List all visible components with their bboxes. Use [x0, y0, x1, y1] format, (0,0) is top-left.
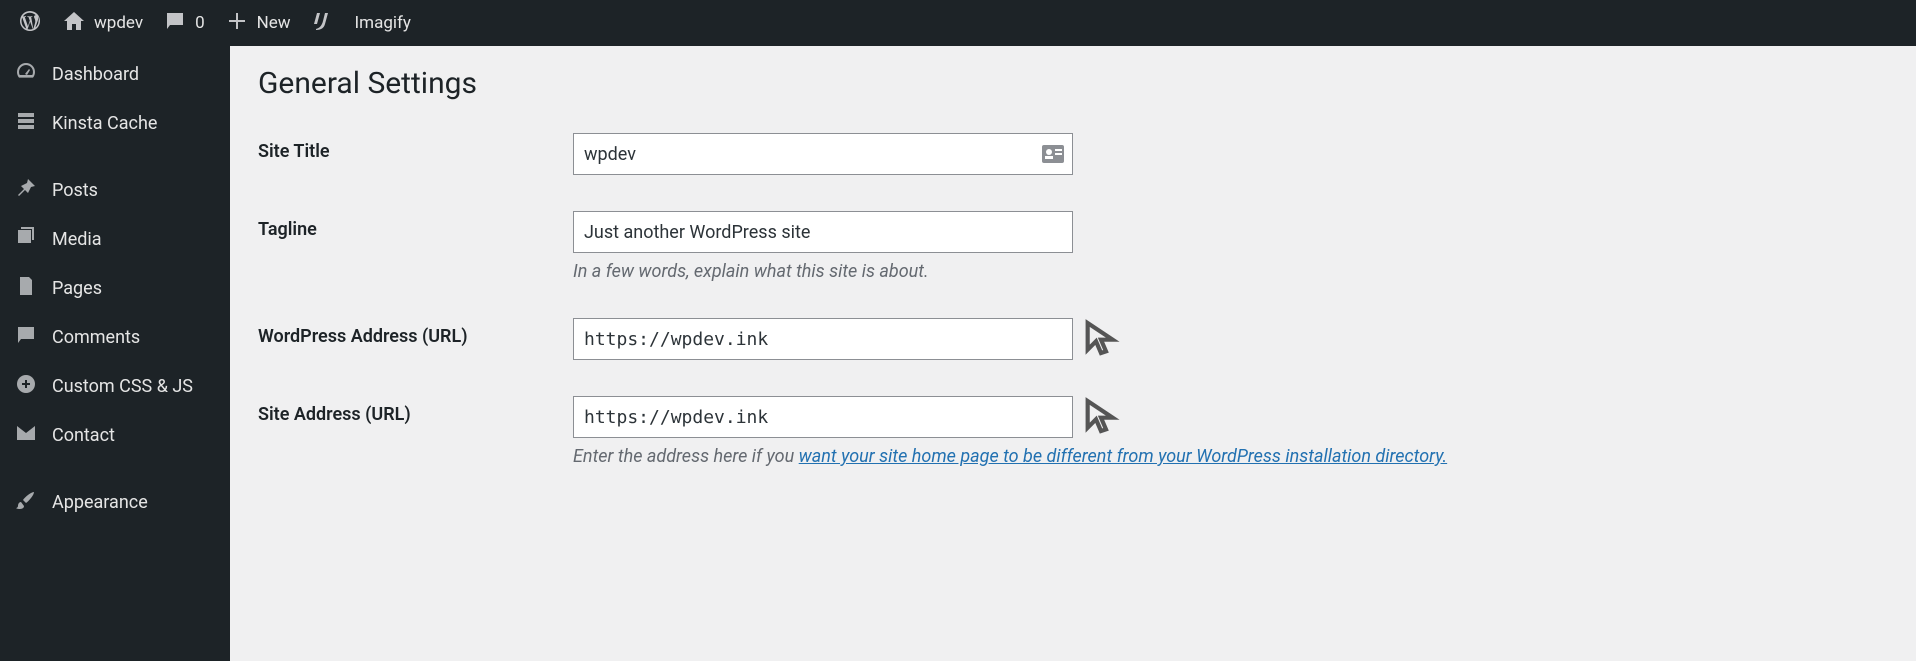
sidebar-separator	[0, 148, 230, 166]
tagline-label: Tagline	[258, 211, 573, 240]
page-icon	[14, 274, 38, 303]
pin-icon	[14, 176, 38, 205]
media-icon	[14, 225, 38, 254]
new-label: New	[257, 13, 291, 33]
sidebar-item-appearance[interactable]: Appearance	[0, 478, 230, 527]
sidebar-label: Custom CSS & JS	[52, 376, 193, 397]
site-url-label: Site Address (URL)	[258, 396, 573, 425]
sidebar-label: Posts	[52, 180, 98, 201]
yoast-link[interactable]	[301, 0, 345, 46]
plus-icon	[225, 9, 249, 38]
site-url-row: Site Address (URL) Enter the address her…	[258, 396, 1888, 467]
site-url-input[interactable]	[573, 396, 1073, 438]
contact-card-icon	[1041, 144, 1065, 164]
sidebar-label: Comments	[52, 327, 140, 348]
imagify-link[interactable]: Imagify	[345, 0, 421, 46]
comments-count: 0	[195, 13, 205, 33]
sidebar-item-dashboard[interactable]: Dashboard	[0, 50, 230, 99]
yoast-icon	[311, 9, 335, 38]
site-url-desc-prefix: Enter the address here if you	[573, 446, 799, 467]
database-icon	[14, 109, 38, 138]
wp-logo-menu[interactable]	[8, 0, 52, 46]
admin-toolbar: wpdev 0 New Imagify	[0, 0, 1916, 46]
sidebar-label: Appearance	[52, 492, 148, 513]
site-url-description: Enter the address here if you want your …	[573, 446, 1888, 467]
tagline-row: Tagline In a few words, explain what thi…	[258, 211, 1888, 282]
tagline-input[interactable]	[573, 211, 1073, 253]
tagline-description: In a few words, explain what this site i…	[573, 261, 1888, 282]
comment-icon	[163, 9, 187, 38]
sidebar-item-posts[interactable]: Posts	[0, 166, 230, 215]
home-icon	[62, 9, 86, 38]
wp-url-row: WordPress Address (URL)	[258, 318, 1888, 360]
page-title: General Settings	[258, 66, 1888, 101]
new-content-link[interactable]: New	[215, 0, 301, 46]
sidebar-item-custom-css-js[interactable]: Custom CSS & JS	[0, 362, 230, 411]
sidebar-label: Media	[52, 229, 102, 250]
sidebar-item-kinsta-cache[interactable]: Kinsta Cache	[0, 99, 230, 148]
sidebar-item-contact[interactable]: Contact	[0, 411, 230, 460]
cursor-icon	[1081, 318, 1121, 358]
wordpress-logo-icon	[18, 9, 42, 38]
sidebar-item-pages[interactable]: Pages	[0, 264, 230, 313]
site-title-label: Site Title	[258, 133, 573, 162]
site-url-desc-link[interactable]: want your site home page to be different…	[799, 446, 1447, 467]
sidebar-item-media[interactable]: Media	[0, 215, 230, 264]
sidebar-label: Contact	[52, 425, 115, 446]
admin-sidebar: Dashboard Kinsta Cache Posts Media Pages…	[0, 46, 230, 661]
brush-icon	[14, 488, 38, 517]
site-title-input[interactable]	[573, 133, 1073, 175]
wordpress-url-input[interactable]	[573, 318, 1073, 360]
wp-url-label: WordPress Address (URL)	[258, 318, 573, 347]
plus-circle-icon	[14, 372, 38, 401]
sidebar-label: Pages	[52, 278, 102, 299]
sidebar-label: Kinsta Cache	[52, 113, 157, 134]
site-title-row: Site Title	[258, 133, 1888, 175]
dashboard-icon	[14, 60, 38, 89]
cursor-icon	[1081, 396, 1121, 436]
comments-link[interactable]: 0	[153, 0, 215, 46]
sidebar-label: Dashboard	[52, 64, 139, 85]
envelope-icon	[14, 421, 38, 450]
site-name-link[interactable]: wpdev	[52, 0, 153, 46]
imagify-label: Imagify	[355, 13, 411, 33]
comment-icon	[14, 323, 38, 352]
main-content: General Settings Site Title Tagline In a…	[230, 46, 1916, 661]
sidebar-item-comments[interactable]: Comments	[0, 313, 230, 362]
site-name-text: wpdev	[94, 13, 143, 33]
sidebar-separator	[0, 460, 230, 478]
